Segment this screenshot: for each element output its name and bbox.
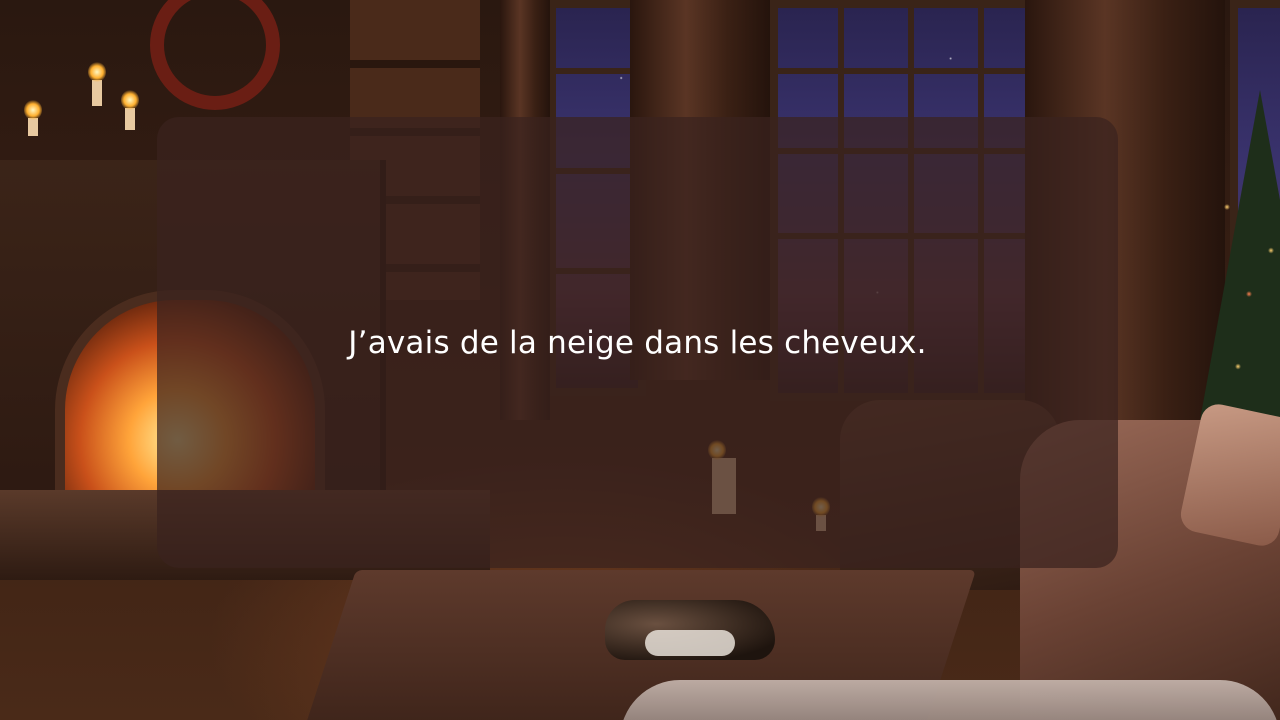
sleeping-cat <box>605 600 775 660</box>
tree-lights <box>1205 120 1280 410</box>
candle <box>88 62 106 106</box>
wreath-decoration <box>150 0 280 110</box>
candle <box>121 90 139 130</box>
caption-text: J’avais de la neige dans les cheveux. <box>348 324 927 361</box>
caption-card: J’avais de la neige dans les cheveux. <box>157 117 1118 568</box>
candle <box>24 100 42 136</box>
blanket <box>620 680 1280 720</box>
